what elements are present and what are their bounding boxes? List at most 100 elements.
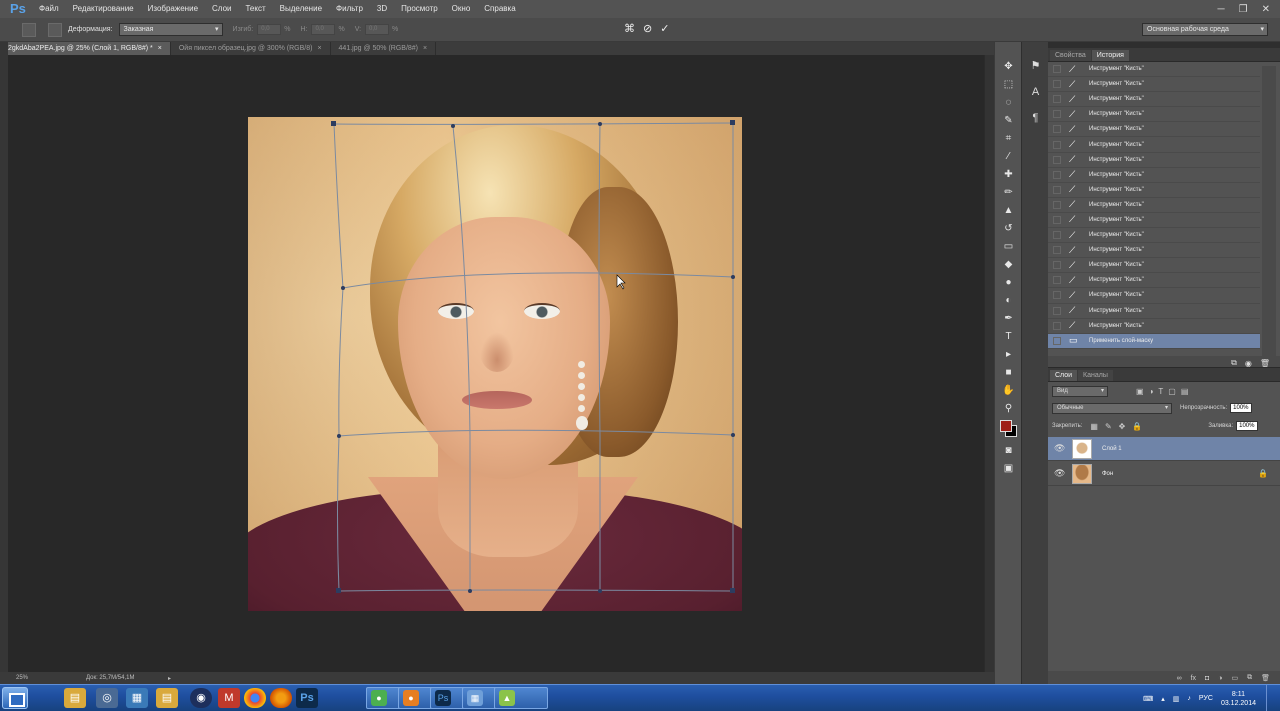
history-item[interactable]: ⟋ Инструмент "Кисть" (1048, 92, 1260, 108)
warp-handle[interactable] (451, 124, 455, 128)
filter-type-icon[interactable]: T (1158, 387, 1163, 396)
minimize-icon[interactable]: ─ (1218, 4, 1225, 15)
warp-handle[interactable] (468, 589, 472, 593)
visibility-eye-icon[interactable]: 👁 (1054, 443, 1065, 454)
start-button[interactable] (2, 687, 28, 709)
doc-tab-active[interactable]: 2gkdAba2PEA.jpg @ 25% (Слой 1, RGB/8#) *… (0, 42, 171, 55)
menu-edit[interactable]: Редактирование (66, 0, 141, 18)
zoom-tool-icon[interactable]: ⚲ (1002, 402, 1015, 415)
cancel-icon[interactable]: ⊘ (643, 22, 652, 35)
history-snapshot-checkbox[interactable] (1053, 155, 1061, 164)
eyedropper-tool-icon[interactable]: ⁄ (1002, 150, 1015, 163)
tray-arrow-icon[interactable]: ▴ (1161, 695, 1165, 703)
folder-pinned-icon[interactable]: ▤ (156, 688, 178, 708)
lock-all-icon[interactable]: 🔒 (1132, 422, 1142, 431)
history-snapshot-checkbox[interactable] (1053, 231, 1061, 240)
history-scrollbar[interactable] (1262, 66, 1276, 356)
warp-grid-line[interactable] (452, 125, 471, 591)
healing-tool-icon[interactable]: ✚ (1002, 168, 1015, 181)
opacity-input[interactable]: 100% (1230, 403, 1253, 413)
type-tool-icon[interactable]: T (1002, 330, 1015, 343)
history-item[interactable]: ⟋ Инструмент "Кисть" (1048, 243, 1260, 259)
reference-point-icon[interactable] (48, 22, 62, 37)
warp-edge-bottom[interactable] (338, 589, 734, 592)
history-snapshot-checkbox[interactable] (1053, 291, 1061, 300)
network-icon[interactable]: ▥ (1173, 695, 1180, 703)
history-snapshot-checkbox[interactable] (1053, 336, 1061, 345)
menu-layers[interactable]: Слои (205, 0, 238, 18)
history-snapshot-checkbox[interactable] (1053, 215, 1061, 224)
warp-edge-top[interactable] (333, 122, 734, 125)
filter-shape-icon[interactable]: ▢ (1168, 387, 1176, 396)
history-snapshot-checkbox[interactable] (1053, 110, 1061, 119)
adjustment-layer-icon[interactable]: ◑ (1218, 675, 1222, 682)
canvas-area[interactable] (8, 55, 984, 672)
history-snapshot-checkbox[interactable] (1053, 246, 1061, 255)
history-item[interactable]: ⟋ Инструмент "Кисть" (1048, 107, 1260, 123)
delete-layer-icon[interactable]: 🗑 (1261, 674, 1270, 682)
menu-view[interactable]: Просмотр (394, 0, 445, 18)
lock-pixels-icon[interactable]: ✎ (1105, 422, 1112, 431)
blend-mode-select[interactable]: Обычные (1052, 402, 1172, 414)
media-player-icon[interactable]: ◉ (190, 688, 212, 708)
lasso-tool-icon[interactable]: ◌ (1002, 96, 1015, 109)
tab-layers[interactable]: Слои (1050, 370, 1078, 381)
app-pinned-icon[interactable]: ▦ (126, 688, 148, 708)
filter-adjustment-icon[interactable]: ◑ (1149, 387, 1154, 396)
history-item[interactable]: ⟋ Инструмент "Кисть" (1048, 198, 1260, 213)
history-snapshot-checkbox[interactable] (1053, 170, 1061, 179)
language-indicator[interactable]: РУС (1199, 695, 1213, 702)
menu-image[interactable]: Изображение (141, 0, 205, 18)
history-item[interactable]: ⟋ Инструмент "Кисть" (1048, 273, 1260, 289)
menu-select[interactable]: Выделение (273, 0, 329, 18)
tab-properties[interactable]: Свойства (1050, 50, 1091, 61)
workspace-select[interactable]: Основная рабочая среда (1142, 23, 1268, 36)
path-select-tool-icon[interactable]: ▸ (1002, 348, 1015, 361)
history-snapshot-checkbox[interactable] (1053, 306, 1061, 315)
layer-row[interactable]: 👁 Фон 🔒 (1048, 462, 1280, 486)
warp-handle[interactable] (731, 433, 735, 437)
warp-grid-line[interactable] (338, 429, 734, 437)
history-item[interactable]: ⟋ Инструмент "Кисть" (1048, 258, 1260, 274)
history-snapshot-checkbox[interactable] (1053, 321, 1061, 330)
new-layer-icon[interactable]: ⧉ (1247, 674, 1252, 682)
menu-window[interactable]: Окно (445, 0, 478, 18)
history-item[interactable]: ⟋ Инструмент "Кисть" (1048, 62, 1260, 78)
warp-mesh[interactable] (8, 55, 984, 672)
warp-grid-line[interactable] (598, 123, 601, 591)
layer-style-icon[interactable]: fx (1191, 675, 1196, 682)
marquee-tool-icon[interactable]: ⬚ (1002, 78, 1015, 91)
history-item[interactable]: ⟋ Инструмент "Кисть" (1048, 319, 1260, 334)
app-pinned-icon[interactable]: ◎ (96, 688, 118, 708)
history-item[interactable]: ⟋ Инструмент "Кисть" (1048, 77, 1260, 93)
taskbar-app-window[interactable]: ▲ (494, 687, 548, 709)
layer-name[interactable]: Слой 1 (1102, 446, 1122, 452)
keyboard-icon[interactable]: ⌨ (1143, 695, 1153, 703)
history-snapshot-checkbox[interactable] (1053, 261, 1061, 270)
warp-handle[interactable] (337, 434, 341, 438)
firefox-icon[interactable] (270, 688, 292, 708)
menu-3d[interactable]: 3D (370, 0, 394, 18)
warp-handle[interactable] (598, 122, 602, 126)
layer-filter-select[interactable]: Вид (1052, 385, 1108, 397)
history-snapshot-checkbox[interactable] (1053, 95, 1061, 104)
filter-pixel-icon[interactable]: ▣ (1136, 387, 1144, 396)
screen-mode-icon[interactable]: ▣ (1002, 462, 1015, 475)
close-tab-icon[interactable]: × (158, 45, 162, 52)
restore-icon[interactable]: ❐ (1239, 4, 1248, 15)
warp-corner-handle[interactable] (730, 120, 735, 125)
shape-tool-icon[interactable]: ■ (1002, 366, 1015, 379)
volume-icon[interactable]: ♪ (1187, 695, 1191, 702)
lock-transparent-icon[interactable]: ▦ (1090, 422, 1098, 431)
history-item[interactable]: ⟋ Инструмент "Кисть" (1048, 153, 1260, 168)
history-snapshot-checkbox[interactable] (1053, 140, 1061, 149)
show-desktop-button[interactable] (1266, 685, 1280, 711)
history-item[interactable]: ⟋ Инструмент "Кисть" (1048, 168, 1260, 183)
app-pinned-icon[interactable]: M (218, 688, 240, 708)
tab-channels[interactable]: Каналы (1078, 370, 1113, 381)
history-panel-icon[interactable]: ⚑ (1029, 60, 1042, 73)
menu-filter[interactable]: Фильтр (329, 0, 370, 18)
canvas-scrollbar[interactable] (984, 55, 994, 672)
pen-tool-icon[interactable]: ✒ (1002, 312, 1015, 325)
history-item[interactable]: ⟋ Инструмент "Кисть" (1048, 183, 1260, 198)
